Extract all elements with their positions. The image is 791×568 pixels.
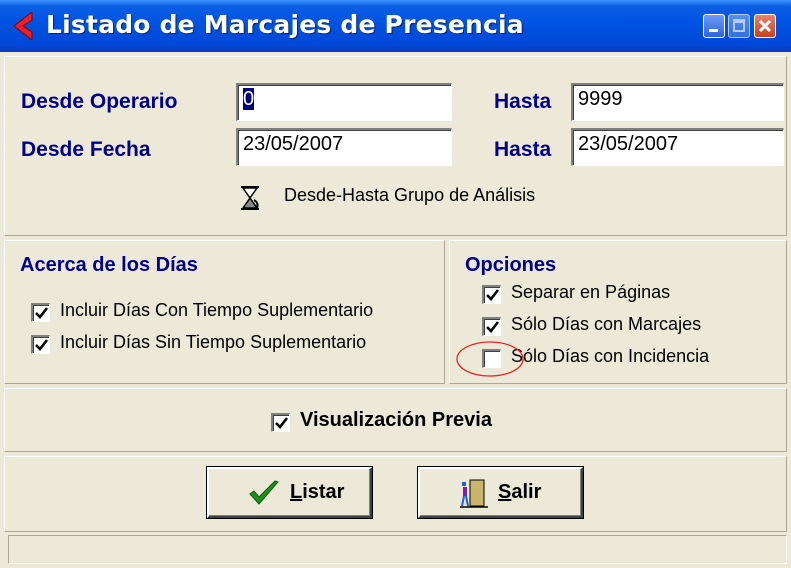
checkbox-label: Sólo Días con Marcajes [511, 314, 702, 334]
listar-label: Listar [290, 481, 345, 503]
salir-button[interactable]: Salir [417, 466, 584, 519]
window-title: Listado de Marcajes de Presencia [46, 10, 524, 39]
checkbox-label: Visualización Previa [300, 409, 492, 431]
close-button[interactable] [754, 14, 776, 38]
days-title: Acerca de los Días [20, 254, 198, 276]
annotation-circle [455, 339, 525, 379]
grupo-analisis-link[interactable]: Desde-Hasta Grupo de Análisis [284, 185, 535, 206]
checkbox-label: Incluir Días Con Tiempo Suplementario [60, 300, 374, 320]
fecha-to-input[interactable]: 23/05/2007 [571, 128, 784, 166]
checkbox-box[interactable] [482, 317, 501, 336]
app-arrow-icon [10, 10, 34, 42]
status-bar [8, 535, 787, 564]
buttons-panel [4, 456, 787, 532]
exit-door-icon [460, 478, 488, 508]
fecha-from-input[interactable]: 23/05/2007 [236, 128, 452, 166]
checkbox-box[interactable] [482, 285, 501, 304]
operario-from-input[interactable]: 0 [236, 83, 452, 121]
checkbox-label: Incluir Días Sin Tiempo Suplementario [60, 332, 367, 352]
fecha-to-label: Hasta [494, 138, 552, 161]
checkbox-label: Sólo Días con Incidencia [511, 346, 710, 366]
title-bar[interactable]: Listado de Marcajes de Presencia [0, 0, 791, 52]
hourglass-group-icon[interactable] [238, 184, 264, 212]
checkbox-label: Separar en Páginas [511, 282, 671, 302]
options-title: Opciones [465, 254, 557, 276]
minimize-button[interactable] [703, 14, 725, 38]
fecha-from-label: Desde Fecha [21, 138, 151, 161]
checkbox-box[interactable] [31, 303, 50, 322]
checkbox-box[interactable] [271, 413, 290, 432]
dialog-window: Listado de Marcajes de Presencia Desde O… [0, 0, 791, 568]
salir-label: Salir [498, 481, 542, 503]
operario-to-label: Hasta [494, 90, 552, 113]
operario-from-label: Desde Operario [21, 90, 178, 113]
checkmark-icon [248, 479, 280, 507]
listar-button[interactable]: Listar [206, 466, 373, 519]
checkbox-box[interactable] [31, 335, 50, 354]
maximize-button[interactable] [728, 14, 750, 38]
operario-to-input[interactable]: 9999 [571, 83, 784, 121]
